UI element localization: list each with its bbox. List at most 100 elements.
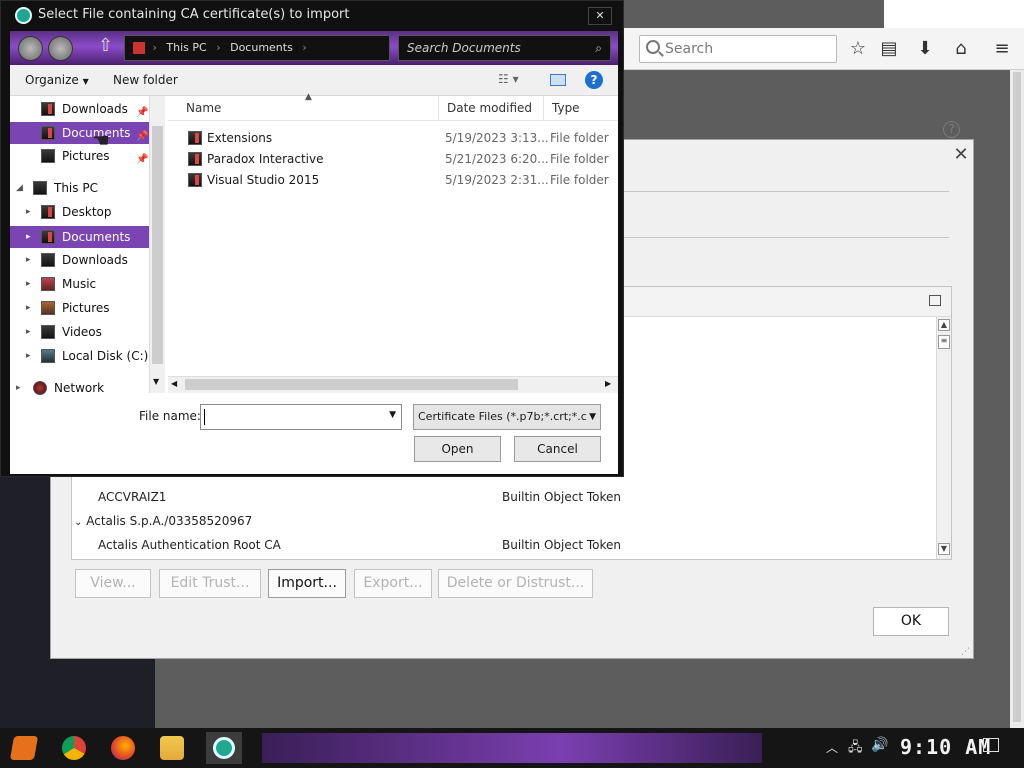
scroll-down-icon[interactable]: ▼ — [153, 377, 159, 386]
scroll-left-icon[interactable]: ◀ — [171, 379, 177, 388]
up-folder-icon[interactable]: ⇧ — [98, 35, 113, 56]
chevron-right-icon[interactable]: ▸ — [26, 273, 31, 295]
nav-item-documents[interactable]: ▸ Documents — [10, 226, 149, 248]
certificate-row[interactable]: ACCVRAIZ1 — [98, 486, 166, 508]
help-icon[interactable]: ? — [585, 71, 603, 89]
chevron-right-icon[interactable]: ▸ — [26, 345, 31, 367]
chevron-right-icon[interactable]: ▸ — [26, 321, 31, 343]
certificate-row[interactable]: Actalis Authentication Root CA — [98, 534, 281, 556]
firefox-tab-strip — [884, 0, 1024, 28]
chevron-down-icon[interactable]: ▼ — [389, 410, 396, 420]
library-icon[interactable]: ▤ — [878, 38, 900, 60]
forward-button[interactable] — [48, 36, 73, 61]
nav-item-network[interactable]: ▸ Network — [10, 377, 149, 399]
edit-trust-button[interactable]: Edit Trust... — [159, 569, 261, 598]
file-type-select[interactable]: Certificate Files (*.p7b;*.crt;*.c ▼ — [413, 404, 601, 430]
resize-grip-icon[interactable]: ⋰ — [961, 647, 970, 657]
scroll-thumb[interactable] — [152, 126, 163, 364]
nav-item-music[interactable]: ▸ Music — [10, 273, 149, 295]
delete-or-distrust-button[interactable]: Delete or Distrust... — [438, 569, 593, 598]
preview-pane-icon[interactable] — [550, 74, 566, 86]
scroll-up-icon[interactable]: ▲ — [938, 319, 950, 331]
nav-label: Videos — [62, 325, 102, 339]
nav-item-downloads-quick[interactable]: Downloads 📌 — [10, 98, 149, 120]
volume-icon[interactable]: 🔊 — [871, 737, 888, 753]
command-bar: Organize ▼ New folder ☷ ▾ ? — [10, 65, 618, 96]
chrome-icon[interactable] — [62, 736, 86, 760]
firefox-search-box[interactable]: Search — [639, 35, 837, 63]
nav-item-videos[interactable]: ▸ Videos — [10, 321, 149, 343]
file-name-input[interactable]: ▼ — [200, 404, 402, 430]
nav-item-documents-quick[interactable]: Documents 📌 — [10, 122, 149, 144]
dialog-body: Downloads 📌 Documents 📌 Pictures 📌 ◢ Thi… — [10, 92, 618, 474]
ok-button[interactable]: OK — [873, 607, 949, 636]
nav-item-desktop[interactable]: ▸ Desktop — [10, 201, 149, 223]
hamburger-menu-icon[interactable]: ≡ — [991, 38, 1013, 60]
scroll-down-icon[interactable]: ▼ — [938, 543, 950, 555]
column-type[interactable]: Type — [544, 96, 618, 121]
cancel-button[interactable]: Cancel — [514, 436, 601, 462]
downloads-folder-icon — [41, 102, 55, 116]
chevron-up-icon[interactable]: ︿ — [826, 739, 838, 756]
scroll-right-icon[interactable]: ▶ — [605, 379, 611, 388]
back-button[interactable] — [18, 36, 43, 61]
chevron-right-icon[interactable]: ▸ — [26, 249, 31, 271]
chevron-down-icon[interactable]: ◢ — [16, 177, 23, 199]
notification-icon[interactable] — [983, 738, 999, 752]
pin-icon[interactable]: 📌 — [136, 102, 148, 124]
taskbar-clock[interactable]: 9:10 AM — [900, 735, 991, 759]
active-app-highlight[interactable] — [206, 732, 242, 764]
nav-item-pictures[interactable]: ▸ Pictures — [10, 297, 149, 319]
search-documents-input[interactable]: Search Documents ⌕ — [398, 35, 611, 61]
open-button[interactable]: Open — [414, 436, 501, 462]
home-icon[interactable]: ⌂ — [950, 38, 972, 60]
network-icon[interactable]: 🖧 — [848, 738, 863, 760]
file-row[interactable]: Paradox Interactive 5/21/2023 6:20... Fi… — [168, 149, 618, 170]
file-row[interactable]: Extensions 5/19/2023 3:13... File folder — [168, 128, 618, 149]
certificate-group-row[interactable]: ⌄ Actalis S.p.A./03358520967 — [74, 510, 252, 532]
chevron-right-icon[interactable]: ▸ — [26, 297, 31, 319]
firefox-page-scrollbar[interactable] — [1010, 70, 1024, 728]
search-icon — [646, 40, 660, 54]
breadcrumb-documents[interactable]: Documents — [230, 41, 293, 54]
navigation-pane-scrollbar[interactable]: ▼ — [149, 96, 165, 393]
export-button[interactable]: Export... — [354, 569, 432, 598]
column-picker-icon[interactable] — [929, 295, 941, 306]
file-type: File folder — [550, 152, 609, 166]
import-button[interactable]: Import... — [268, 569, 346, 598]
app-logo-icon — [213, 737, 235, 759]
file-name: Visual Studio 2015 — [207, 173, 320, 187]
column-date-modified[interactable]: Date modified — [439, 96, 544, 121]
certificate-list-scrollbar[interactable]: ▲ ≡ ▼ — [936, 317, 951, 559]
scroll-thumb[interactable]: ≡ — [938, 335, 950, 349]
pin-icon[interactable]: 📌 — [136, 149, 148, 171]
file-name: Extensions — [207, 131, 273, 145]
start-button[interactable] — [9, 736, 39, 760]
help-icon[interactable]: ? — [943, 121, 960, 138]
downloads-arrow-icon[interactable]: ⬇ — [914, 38, 936, 60]
chevron-right-icon[interactable]: ▸ — [16, 377, 21, 399]
chevron-right-icon[interactable]: ▸ — [26, 226, 31, 248]
address-bar[interactable]: › This PC › Documents › — [124, 35, 390, 61]
close-icon[interactable]: ✕ — [951, 145, 971, 165]
file-list-pane: Name Date modified Type ▲ Extensions 5/1… — [168, 92, 618, 393]
pictures-folder-icon — [41, 301, 55, 315]
view-options-icon[interactable]: ☷ ▾ — [498, 72, 519, 86]
view-button[interactable]: View... — [75, 569, 151, 598]
nav-item-downloads[interactable]: ▸ Downloads — [10, 249, 149, 271]
file-explorer-icon[interactable] — [160, 736, 184, 760]
bookmark-star-icon[interactable]: ☆ — [847, 38, 869, 60]
organize-menu[interactable]: Organize ▼ — [25, 73, 89, 87]
new-folder-button[interactable]: New folder — [113, 73, 178, 87]
firefox-icon[interactable] — [111, 736, 135, 760]
file-row[interactable]: Visual Studio 2015 5/19/2023 2:31... Fil… — [168, 170, 618, 191]
nav-item-this-pc[interactable]: ◢ This PC — [10, 177, 149, 199]
scroll-thumb[interactable] — [185, 379, 518, 390]
chevron-right-icon[interactable]: ▸ — [26, 201, 31, 223]
breadcrumb-this-pc[interactable]: This PC — [166, 41, 206, 54]
close-button[interactable]: ✕ — [588, 7, 612, 25]
file-list-hscrollbar[interactable]: ◀ ▶ — [168, 376, 618, 393]
chevron-down-icon[interactable]: ⌄ — [74, 517, 82, 528]
nav-item-pictures-quick[interactable]: Pictures 📌 — [10, 145, 149, 167]
nav-item-local-disk[interactable]: ▸ Local Disk (C:) — [10, 345, 149, 367]
